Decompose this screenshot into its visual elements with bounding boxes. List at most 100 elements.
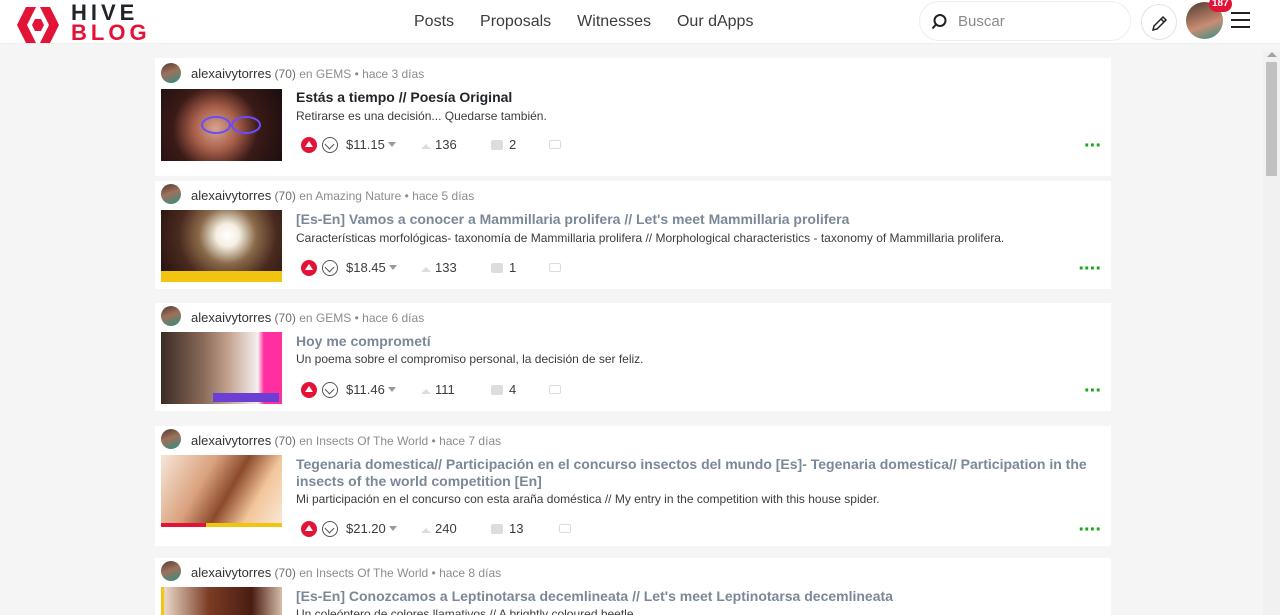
post-meta: alexaivytorres (70) en GEMS • hace 6 día…: [191, 310, 424, 325]
community-link[interactable]: en GEMS: [299, 67, 351, 81]
author-avatar[interactable]: [161, 561, 181, 581]
author-avatar[interactable]: [161, 63, 181, 83]
upvote-button[interactable]: [301, 521, 317, 537]
nav-our-dapps[interactable]: Our dApps: [677, 13, 753, 31]
post-title[interactable]: [Es-En] Vamos a conocer a Mammillaria pr…: [296, 211, 1096, 228]
votes-count[interactable]: 136: [421, 137, 457, 152]
comment-icon: [491, 140, 503, 150]
post-thumbnail[interactable]: [161, 455, 282, 527]
search-input[interactable]: [958, 10, 1118, 32]
comments-count[interactable]: 4: [491, 382, 516, 397]
post-meta: alexaivytorres (70) en Insects Of The Wo…: [191, 433, 501, 448]
search-box[interactable]: [919, 1, 1131, 41]
post-time: • hace 3 días: [354, 67, 425, 81]
downvote-button[interactable]: [322, 521, 338, 537]
author-reputation: (70): [274, 189, 296, 203]
post-description[interactable]: Un coleóptero de colores llamativos // A…: [296, 607, 1096, 615]
payout-dropdown[interactable]: $18.45: [346, 260, 397, 275]
more-options-icon[interactable]: ····: [1078, 259, 1102, 279]
comments-count[interactable]: 13: [491, 521, 523, 536]
chevron-up-icon: [421, 388, 431, 394]
post-meta: alexaivytorres (70) en Amazing Nature • …: [191, 188, 474, 203]
notification-badge[interactable]: 187: [1209, 0, 1232, 12]
comment-icon: [491, 263, 503, 273]
logo-blog-text: BLOG: [71, 20, 151, 45]
author-reputation: (70): [274, 566, 296, 580]
search-icon: [932, 14, 947, 30]
post-title[interactable]: Estás a tiempo // Poesía Original: [296, 89, 1096, 106]
post-actions: $21.20 240 13 ····: [301, 520, 1111, 540]
votes-count[interactable]: 133: [421, 260, 457, 275]
author-link[interactable]: alexaivytorres: [191, 310, 271, 325]
post-thumbnail[interactable]: [161, 332, 282, 404]
more-options-icon[interactable]: ···: [1084, 381, 1102, 401]
upvote-button[interactable]: [301, 137, 317, 153]
post-thumbnail[interactable]: [161, 587, 282, 615]
downvote-button[interactable]: [322, 260, 338, 276]
author-avatar[interactable]: [161, 306, 181, 326]
top-header: HIVE BLOG Posts Proposals Witnesses Our …: [0, 0, 1280, 44]
nav-witnesses[interactable]: Witnesses: [577, 13, 651, 31]
post-title[interactable]: [Es-En] Conozcamos a Leptinotarsa deceml…: [296, 588, 1096, 605]
community-link[interactable]: en Insects Of The World: [299, 434, 428, 448]
post-thumbnail[interactable]: [161, 89, 282, 161]
payout-dropdown[interactable]: $21.20: [346, 521, 397, 536]
downvote-button[interactable]: [322, 382, 338, 398]
author-reputation: (70): [274, 434, 296, 448]
scrollbar-thumb[interactable]: [1266, 62, 1277, 176]
reblog-icon[interactable]: [549, 263, 561, 272]
post-card: alexaivytorres (70) en GEMS • hace 3 día…: [155, 58, 1111, 176]
scroll-up-arrow-icon[interactable]: [1267, 52, 1277, 57]
author-link[interactable]: alexaivytorres: [191, 565, 271, 580]
author-link[interactable]: alexaivytorres: [191, 188, 271, 203]
author-link[interactable]: alexaivytorres: [191, 66, 271, 81]
reblog-icon[interactable]: [559, 524, 571, 533]
author-avatar[interactable]: [161, 184, 181, 204]
reblog-icon[interactable]: [549, 385, 561, 394]
post-actions: $11.46 111 4 ···: [301, 381, 1111, 401]
nav-posts[interactable]: Posts: [414, 13, 454, 31]
comment-icon: [491, 385, 503, 395]
author-link[interactable]: alexaivytorres: [191, 433, 271, 448]
post-card: alexaivytorres (70) en Amazing Nature • …: [155, 181, 1111, 289]
more-options-icon[interactable]: ···: [1084, 136, 1102, 156]
hive-blog-logo[interactable]: HIVE BLOG: [13, 2, 158, 45]
post-time: • hace 6 días: [354, 311, 425, 325]
upvote-button[interactable]: [301, 382, 317, 398]
post-time: • hace 5 días: [404, 189, 475, 203]
main-nav: Posts Proposals Witnesses Our dApps: [414, 0, 753, 44]
post-description[interactable]: Características morfológicas- taxonomía …: [296, 231, 1096, 245]
post-title[interactable]: Hoy me comprometí: [296, 333, 1096, 350]
comments-count[interactable]: 2: [491, 137, 516, 152]
post-title[interactable]: Tegenaria domestica// Participación en e…: [296, 456, 1096, 490]
author-avatar[interactable]: [161, 429, 181, 449]
more-options-icon[interactable]: ····: [1078, 520, 1102, 540]
nav-proposals[interactable]: Proposals: [480, 13, 551, 31]
community-link[interactable]: en GEMS: [299, 311, 351, 325]
post-description[interactable]: Un poema sobre el compromiso personal, l…: [296, 352, 1096, 366]
chevron-down-icon: [388, 265, 397, 270]
post-card: alexaivytorres (70) en Insects Of The Wo…: [155, 426, 1111, 546]
reblog-icon[interactable]: [549, 140, 561, 149]
comments-count[interactable]: 1: [491, 260, 516, 275]
downvote-button[interactable]: [322, 137, 338, 153]
post-actions: $11.15 136 2 ···: [301, 136, 1111, 156]
payout-dropdown[interactable]: $11.46: [346, 382, 396, 397]
post-time: • hace 8 días: [431, 566, 502, 580]
post-thumbnail[interactable]: [161, 210, 282, 282]
post-actions: $18.45 133 1 ····: [301, 259, 1111, 279]
chevron-up-icon: [421, 266, 431, 272]
pencil-icon: [1151, 15, 1168, 32]
create-post-button[interactable]: [1141, 4, 1177, 40]
community-link[interactable]: en Amazing Nature: [299, 189, 401, 203]
menu-icon[interactable]: [1231, 12, 1251, 30]
upvote-button[interactable]: [301, 260, 317, 276]
community-link[interactable]: en Insects Of The World: [299, 566, 428, 580]
payout-dropdown[interactable]: $11.15: [346, 137, 396, 152]
post-description[interactable]: Mi participación en el concurso con esta…: [296, 492, 1096, 506]
chevron-down-icon: [387, 142, 396, 147]
chevron-up-icon: [421, 143, 431, 149]
post-description[interactable]: Retirarse es una decisión... Quedarse ta…: [296, 109, 1096, 123]
votes-count[interactable]: 111: [421, 382, 455, 397]
votes-count[interactable]: 240: [421, 521, 457, 536]
